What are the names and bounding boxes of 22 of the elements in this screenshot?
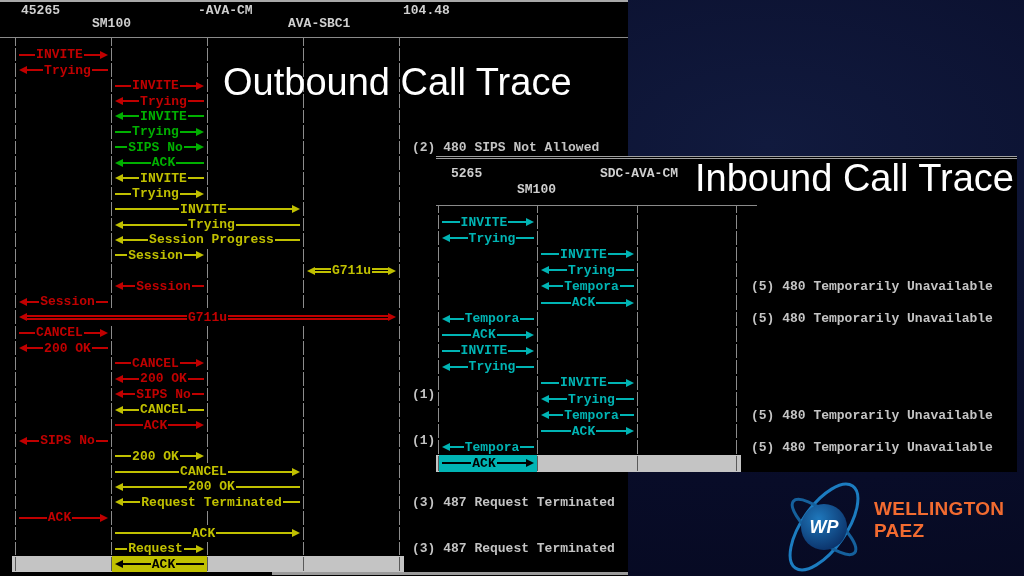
trace-title: Outbound Call Trace — [223, 63, 572, 101]
response-note: (1) — [412, 387, 436, 401]
participant-label: -AVA-CM — [198, 4, 253, 17]
logo-monogram: WP — [809, 517, 839, 537]
trace-title: Inbound Call Trace — [695, 159, 1014, 197]
response-note: (5) 480 Temporarily Unavailable — [751, 279, 993, 293]
participant-label: SM100 — [92, 17, 131, 30]
response-note: (1) — [412, 434, 436, 448]
participant-label: 104.48 — [403, 4, 450, 17]
participant-label: 45265 — [21, 4, 60, 17]
participant-label: AVA-SBC1 — [288, 17, 351, 30]
response-note: (5) 480 Temporarily Unavailable — [751, 440, 993, 454]
participant-label: SM100 — [517, 182, 556, 198]
response-note: (3) 487 Request Terminated — [412, 495, 615, 509]
response-note: (5) 480 Temporarily Unavailable — [751, 408, 993, 422]
horizontal-scrollbar[interactable] — [272, 571, 628, 575]
participant-label: SDC-AVA-CM — [600, 166, 678, 182]
participant-label: 5265 — [451, 166, 483, 182]
brand-name: WELLINGTON PAEZ — [874, 498, 1006, 542]
response-note: (2) 480 SIPS Not Allowed — [412, 140, 600, 154]
response-note: (3) 487 Request Terminated — [412, 542, 615, 556]
response-note: (5) 480 Temporarily Unavailable — [751, 312, 993, 326]
